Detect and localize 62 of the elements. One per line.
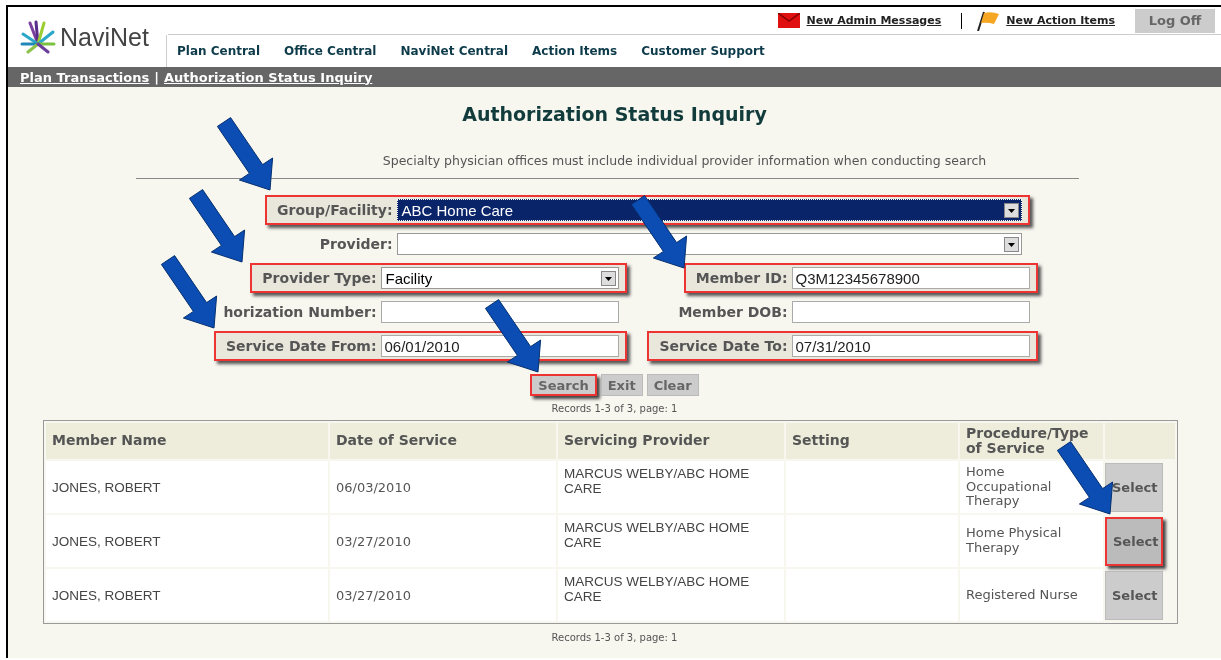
column-header: Date of Service <box>330 423 556 459</box>
text-field[interactable]: 07/31/2010 <box>791 335 1030 357</box>
table-cell: JONES, ROBERT <box>46 461 328 513</box>
nav-tab[interactable]: Action Items <box>532 44 618 58</box>
select-button[interactable]: Select <box>1105 570 1163 620</box>
text-field[interactable] <box>791 301 1030 323</box>
records-count: Records 1-3 of 3, page: 1 <box>551 632 678 643</box>
nav-tab[interactable]: Customer Support <box>641 44 765 58</box>
field-label: Member ID: <box>695 270 789 286</box>
dropdown[interactable] <box>396 233 1022 255</box>
table-cell: MARCUS WELBY/ABC HOME CARE <box>558 461 784 513</box>
arrow-icon <box>1054 441 1114 516</box>
nav-tab[interactable]: NaviNet Central <box>400 44 508 58</box>
header-link[interactable]: New Admin Messages <box>806 14 942 27</box>
table-cell: MARCUS WELBY/ABC HOME CARE <box>558 515 784 567</box>
dropdown[interactable]: ABC Home Care <box>396 199 1022 221</box>
log-off-button[interactable]: Log Off <box>1135 8 1215 33</box>
logo-icon <box>20 20 56 54</box>
search-note: Specialty physician offices must include individual provider information when conducting search <box>382 153 987 168</box>
breadcrumb-link[interactable]: Plan Transactions <box>20 69 150 85</box>
header-link[interactable]: New Action Items <box>1006 14 1115 27</box>
table-cell: Home Physical Therapy <box>960 515 1103 567</box>
arrow-icon <box>158 255 218 330</box>
column-header: Setting <box>786 423 958 459</box>
arrow-icon <box>214 117 274 192</box>
breadcrumb-separator: | <box>154 69 159 85</box>
text-field[interactable]: Q3M12345678900 <box>791 267 1030 289</box>
arrow-icon <box>482 299 542 374</box>
field-label: Group/Facility: <box>277 202 394 218</box>
breadcrumb-link[interactable]: Authorization Status Inquiry <box>164 69 373 85</box>
text-field[interactable] <box>380 301 619 323</box>
dropdown[interactable]: Facility <box>380 267 619 289</box>
column-header: Member Name <box>46 423 328 459</box>
table-cell: 03/27/2010 <box>330 515 556 567</box>
logo-text: NaviNet <box>60 22 149 52</box>
form-button[interactable]: Exit <box>600 374 643 396</box>
table-cell: 06/03/2010 <box>330 461 556 513</box>
flag-icon <box>974 10 1001 31</box>
field-label: Provider: <box>319 236 394 252</box>
form-button[interactable]: Search <box>530 374 597 396</box>
column-header: Procedure/Type of Service <box>960 423 1103 459</box>
field-label: Provider Type: <box>262 270 378 286</box>
envelope-icon <box>778 13 801 28</box>
field-label: horization Number: <box>223 304 378 320</box>
table-cell: MARCUS WELBY/ABC HOME CARE <box>558 569 784 621</box>
field-label: Service Date To: <box>659 338 789 354</box>
page-title: Authorization Status Inquiry <box>462 103 767 125</box>
form-button[interactable]: Clear <box>646 374 699 396</box>
table-cell: JONES, ROBERT <box>46 569 328 621</box>
field-label: Service Date From: <box>225 338 378 354</box>
table-cell: 03/27/2010 <box>330 569 556 621</box>
nav-tab[interactable]: Office Central <box>284 44 377 58</box>
select-button[interactable]: Select <box>1105 516 1163 566</box>
table-cell: Registered Nurse <box>960 569 1103 621</box>
select-button[interactable]: Select <box>1105 462 1163 512</box>
field-label: Member DOB: <box>678 304 789 320</box>
nav-tab[interactable]: Plan Central <box>177 44 261 58</box>
records-count: Records 1-3 of 3, page: 1 <box>551 403 678 414</box>
arrow-icon <box>628 195 688 270</box>
arrow-icon <box>186 189 246 264</box>
table-cell: JONES, ROBERT <box>46 515 328 567</box>
column-header: Servicing Provider <box>558 423 784 459</box>
